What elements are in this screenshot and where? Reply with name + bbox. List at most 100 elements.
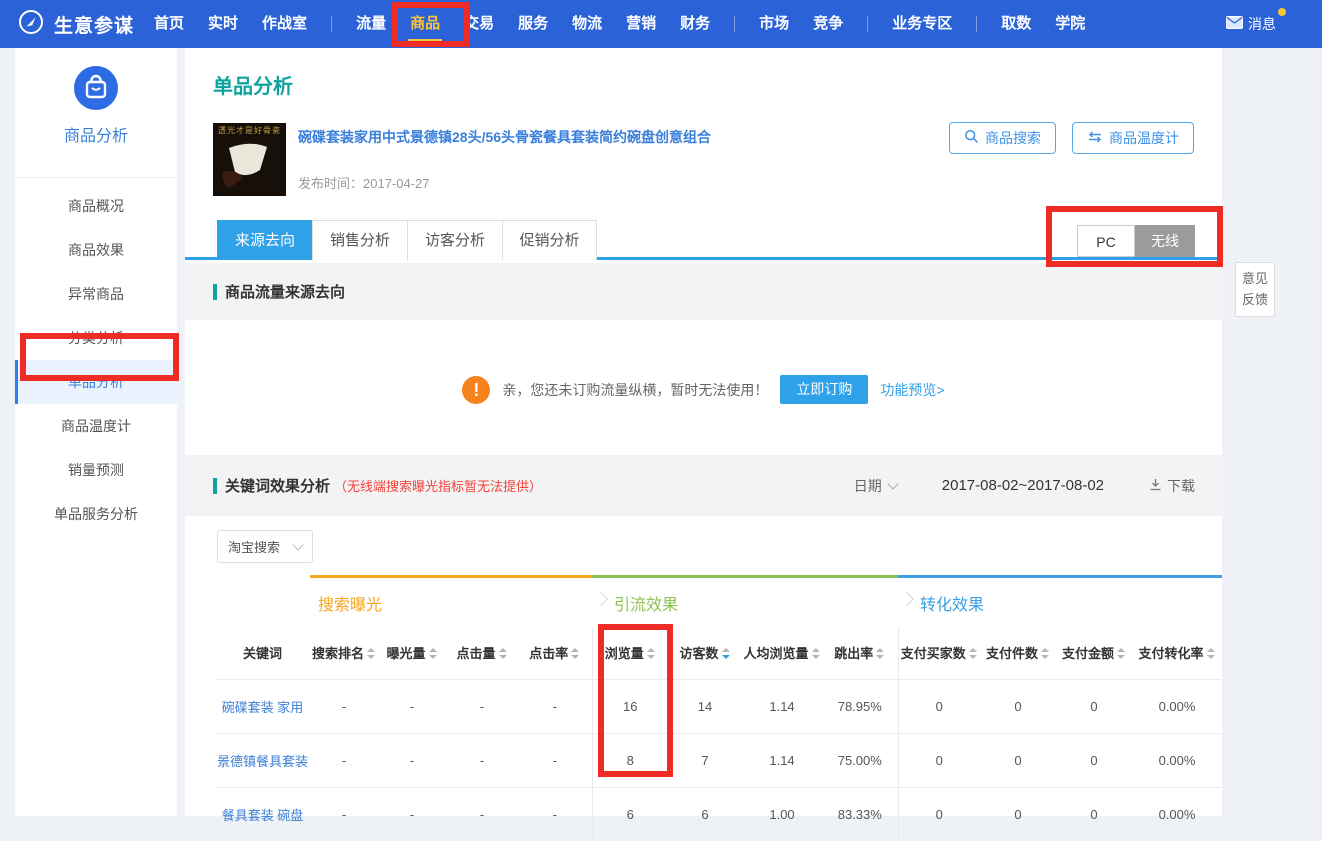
sort-icon[interactable] bbox=[969, 648, 978, 659]
nav-item-traffic[interactable]: 流量 bbox=[356, 0, 386, 48]
goods-search-label: 商品搜索 bbox=[985, 128, 1041, 148]
col-header-clicks[interactable]: 点击量 bbox=[446, 627, 518, 680]
col-header-ctr[interactable]: 点击率 bbox=[518, 627, 592, 680]
envelope-icon bbox=[1226, 16, 1243, 32]
cell: - bbox=[378, 680, 446, 734]
nav-item-realtime[interactable]: 实时 bbox=[208, 0, 238, 48]
toggle-pc-button[interactable]: PC bbox=[1077, 225, 1135, 257]
cell: 0.00% bbox=[1132, 788, 1222, 841]
channel-filter-value: 淘宝搜索 bbox=[228, 537, 280, 556]
sort-icon[interactable] bbox=[876, 648, 885, 659]
cell: - bbox=[378, 788, 446, 841]
sort-icon[interactable] bbox=[499, 648, 508, 659]
tab-source-destination[interactable]: 来源去向 bbox=[217, 220, 312, 260]
sort-icon[interactable] bbox=[647, 648, 656, 659]
sidebar-item-abnormal-goods[interactable]: 异常商品 bbox=[15, 272, 177, 316]
table-group-header-row: 搜索曝光 引流效果 转化效果 bbox=[215, 577, 1222, 628]
sidebar-item-single-item-service[interactable]: 单品服务分析 bbox=[15, 492, 177, 536]
cell: 83.33% bbox=[822, 788, 898, 841]
nav-item-finance[interactable]: 财务 bbox=[680, 0, 710, 48]
traffic-section-header-band: 商品流量来源去向 bbox=[185, 263, 1222, 320]
nav-item-logistics[interactable]: 物流 bbox=[572, 0, 602, 48]
date-dropdown[interactable]: 日期 bbox=[854, 476, 897, 496]
table-row: 餐具套装 碗盘 - - - - 6 6 1.00 83.33% 0 0 0 0.… bbox=[215, 788, 1222, 841]
channel-filter-dropdown[interactable]: 淘宝搜索 bbox=[217, 530, 313, 563]
col-header-paid-amount[interactable]: 支付金额 bbox=[1056, 627, 1132, 680]
sidebar-item-sales-forecast[interactable]: 销量预测 bbox=[15, 448, 177, 492]
sort-icon[interactable] bbox=[812, 648, 821, 659]
subscription-notice: ! 亲，您还未订购流量纵横，暂时无法使用！ 立即订购 功能预览> bbox=[185, 375, 1222, 404]
col-header-paid-items[interactable]: 支付件数 bbox=[980, 627, 1056, 680]
sidebar-item-category-analysis[interactable]: 分类分析 bbox=[15, 316, 177, 360]
sort-icon-active-desc[interactable] bbox=[722, 648, 731, 659]
col-header-visitors[interactable]: 访客数 bbox=[668, 627, 742, 680]
nav-item-marketing[interactable]: 营销 bbox=[626, 0, 656, 48]
sidebar-item-goods-overview[interactable]: 商品概况 bbox=[15, 184, 177, 228]
col-header-avg-pageviews[interactable]: 人均浏览量 bbox=[742, 627, 822, 680]
exclamation-icon: ! bbox=[462, 376, 490, 404]
group-chevron-separator bbox=[594, 592, 608, 606]
cell: - bbox=[310, 680, 378, 734]
notification-dot-badge bbox=[1278, 8, 1286, 16]
keyword-link[interactable]: 碗碟套装 家用 bbox=[215, 680, 310, 734]
sidebar-item-goods-effect[interactable]: 商品效果 bbox=[15, 228, 177, 272]
cell: - bbox=[378, 734, 446, 788]
swap-arrows-icon bbox=[1087, 130, 1103, 146]
nav-divider bbox=[331, 16, 332, 32]
cell: 0 bbox=[980, 788, 1056, 841]
download-button[interactable]: 下载 bbox=[1149, 476, 1195, 496]
sidebar: 商品分析 商品概况 商品效果 异常商品 分类分析 单品分析 商品温度计 销量预测… bbox=[15, 48, 177, 816]
feedback-label: 意见反馈 bbox=[1241, 268, 1269, 311]
sort-icon[interactable] bbox=[571, 648, 580, 659]
tab-sales-analysis[interactable]: 销售分析 bbox=[312, 220, 407, 260]
col-header-pageviews[interactable]: 浏览量 bbox=[592, 627, 668, 680]
tab-visitor-analysis[interactable]: 访客分析 bbox=[407, 220, 502, 260]
sort-icon[interactable] bbox=[1207, 648, 1216, 659]
nav-item-goods[interactable]: 商品 bbox=[410, 0, 440, 48]
cell: - bbox=[310, 788, 378, 841]
brand-name: 生意参谋 bbox=[54, 11, 134, 38]
col-header-search-rank[interactable]: 搜索排名 bbox=[310, 627, 378, 680]
order-now-button[interactable]: 立即订购 bbox=[780, 375, 868, 404]
col-header-conversion-rate[interactable]: 支付转化率 bbox=[1132, 627, 1222, 680]
nav-item-service[interactable]: 服务 bbox=[518, 0, 548, 48]
nav-item-academy[interactable]: 学院 bbox=[1055, 0, 1085, 48]
header-actions: 商品搜索 商品温度计 bbox=[949, 122, 1194, 154]
nav-item-competition[interactable]: 竞争 bbox=[813, 0, 843, 48]
keyword-link[interactable]: 餐具套装 碗盘 bbox=[215, 788, 310, 841]
nav-item-data-fetch[interactable]: 取数 bbox=[1001, 0, 1031, 48]
nav-item-trade[interactable]: 交易 bbox=[464, 0, 494, 48]
feature-preview-link[interactable]: 功能预览> bbox=[880, 380, 944, 400]
feedback-button[interactable]: 意见反馈 bbox=[1235, 262, 1275, 317]
col-header-paid-buyers[interactable]: 支付买家数 bbox=[898, 627, 980, 680]
nav-item-home[interactable]: 首页 bbox=[154, 0, 184, 48]
cell: 0 bbox=[1056, 734, 1132, 788]
sort-icon[interactable] bbox=[1041, 648, 1050, 659]
goods-search-button[interactable]: 商品搜索 bbox=[949, 122, 1056, 154]
download-label: 下载 bbox=[1167, 476, 1195, 496]
product-title-link[interactable]: 碗碟套装家用中式景德镇28头/56头骨瓷餐具套装简约碗盘创意组合 bbox=[298, 123, 711, 147]
col-header-exposure[interactable]: 曝光量 bbox=[378, 627, 446, 680]
cell: 0.00% bbox=[1132, 734, 1222, 788]
sidebar-item-single-item-analysis[interactable]: 单品分析 bbox=[15, 360, 177, 404]
table-row: 碗碟套装 家用 - - - - 16 14 1.14 78.95% 0 0 0 … bbox=[215, 680, 1222, 734]
col-header-bounce-rate[interactable]: 跳出率 bbox=[822, 627, 898, 680]
cell: - bbox=[310, 734, 378, 788]
sidebar-menu: 商品概况 商品效果 异常商品 分类分析 单品分析 商品温度计 销量预测 单品服务… bbox=[15, 178, 177, 536]
message-button[interactable]: 消息 bbox=[1226, 14, 1276, 34]
sort-icon[interactable] bbox=[429, 648, 438, 659]
date-range-value[interactable]: 2017-08-02~2017-08-02 bbox=[942, 477, 1104, 494]
sidebar-item-goods-thermometer[interactable]: 商品温度计 bbox=[15, 404, 177, 448]
toggle-wireless-button[interactable]: 无线 bbox=[1135, 225, 1195, 257]
nav-item-warroom[interactable]: 作战室 bbox=[262, 0, 307, 48]
nav-item-business-zone[interactable]: 业务专区 bbox=[892, 0, 952, 48]
keyword-link[interactable]: 景德镇餐具套装 bbox=[215, 734, 310, 788]
nav-item-market[interactable]: 市场 bbox=[759, 0, 789, 48]
tab-promotion-analysis[interactable]: 促销分析 bbox=[502, 220, 597, 260]
sort-icon[interactable] bbox=[1117, 648, 1126, 659]
sort-icon[interactable] bbox=[367, 648, 376, 659]
device-toggle: PC 无线 bbox=[1077, 225, 1195, 257]
brand-logo[interactable]: 生意参谋 bbox=[18, 9, 134, 40]
cell-pageviews: 8 bbox=[592, 734, 668, 788]
goods-thermometer-button[interactable]: 商品温度计 bbox=[1072, 122, 1194, 154]
